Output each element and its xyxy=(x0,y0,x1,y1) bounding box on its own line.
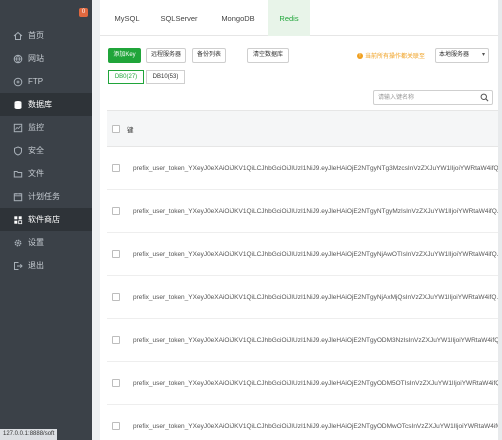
row-checkbox[interactable] xyxy=(112,164,120,172)
row-checkbox[interactable] xyxy=(112,336,120,344)
sidebar-item-label: 文件 xyxy=(28,169,44,178)
warning-text: 当前所有操作都关联至 xyxy=(365,54,426,60)
folder-icon xyxy=(12,168,23,179)
shield-icon xyxy=(12,145,23,156)
table-row: prefix_user_token_YXeyJ0eXAiOiJKV1QiLCJh… xyxy=(107,276,502,319)
tab-mysql[interactable]: MySQL xyxy=(104,0,150,36)
sidebar-item-label: 网站 xyxy=(28,54,44,63)
sidebar: 0 首页 网站 FTP 数据库 监控 安全 文件 计划任务 软件商店 设置 退出… xyxy=(0,0,92,440)
search-input[interactable] xyxy=(374,91,474,104)
logout-icon xyxy=(12,260,23,271)
database-icon xyxy=(12,99,23,110)
key-name[interactable]: prefix_user_token_YXeyJ0eXAiOiJKV1QiLCJh… xyxy=(133,165,502,172)
add-key-button[interactable]: 添加Key xyxy=(108,48,141,63)
select-all-checkbox[interactable] xyxy=(112,124,120,133)
sidebar-item-label: 计划任务 xyxy=(28,192,60,201)
keys-table: 键 prefix_user_token_YXeyJ0eXAiOiJKV1QiLC… xyxy=(107,110,502,440)
clock-icon xyxy=(12,191,23,202)
sidebar-item-label: 监控 xyxy=(28,123,44,132)
table-row: prefix_user_token_YXeyJ0eXAiOiJKV1QiLCJh… xyxy=(107,319,502,362)
key-name[interactable]: prefix_user_token_YXeyJ0eXAiOiJKV1QiLCJh… xyxy=(133,251,502,258)
db-type-tabs: MySQL SQLServer MongoDB Redis xyxy=(100,0,502,36)
key-name[interactable]: prefix_user_token_YXeyJ0eXAiOiJKV1QiLCJh… xyxy=(133,294,502,301)
table-row: prefix_user_token_YXeyJ0eXAiOiJKV1QiLCJh… xyxy=(107,147,502,190)
sidebar-item-cron[interactable]: 计划任务 xyxy=(0,185,92,208)
key-name[interactable]: prefix_user_token_YXeyJ0eXAiOiJKV1QiLCJh… xyxy=(133,208,502,215)
toolbar: 添加Key 远程服务器 备份列表 清空数据库 ! 当前所有操作都关联至 本地服务… xyxy=(100,48,502,65)
page-scrollbar[interactable] xyxy=(498,0,502,440)
sidebar-item-label: 数据库 xyxy=(28,100,52,109)
sidebar-item-label: 安全 xyxy=(28,146,44,155)
row-checkbox[interactable] xyxy=(112,293,120,301)
warning-icon: ! xyxy=(357,52,363,59)
tab-db10[interactable]: DB10(53) xyxy=(146,70,185,84)
key-search xyxy=(373,90,493,105)
tab-redis[interactable]: Redis xyxy=(268,0,310,36)
sidebar-item-store[interactable]: 软件商店 xyxy=(0,208,92,231)
sidebar-top: 0 xyxy=(0,0,92,24)
sidebar-item-monitor[interactable]: 监控 xyxy=(0,116,92,139)
monitor-icon xyxy=(12,122,23,133)
server-warning: ! 当前所有操作都关联至 xyxy=(357,51,425,60)
home-icon xyxy=(12,30,23,41)
sidebar-item-logout[interactable]: 退出 xyxy=(0,254,92,277)
sidebar-item-home[interactable]: 首页 xyxy=(0,24,92,47)
table-row: prefix_user_token_YXeyJ0eXAiOiJKV1QiLCJh… xyxy=(107,233,502,276)
sidebar-item-label: 软件商店 xyxy=(28,215,60,224)
server-select[interactable]: 本地服务器 ▾ xyxy=(435,48,489,63)
key-name[interactable]: prefix_user_token_YXeyJ0eXAiOiJKV1QiLCJh… xyxy=(133,423,502,430)
chevron-down-icon: ▾ xyxy=(481,52,485,58)
table-row: prefix_user_token_YXeyJ0eXAiOiJKV1QiLCJh… xyxy=(107,405,502,440)
search-icon[interactable] xyxy=(480,93,489,102)
remote-server-button[interactable]: 远程服务器 xyxy=(146,48,186,63)
clear-database-button[interactable]: 清空数据库 xyxy=(247,48,289,63)
sidebar-item-files[interactable]: 文件 xyxy=(0,162,92,185)
gear-icon xyxy=(12,237,23,248)
key-name[interactable]: prefix_user_token_YXeyJ0eXAiOiJKV1QiLCJh… xyxy=(133,337,502,344)
grid-icon xyxy=(12,214,23,225)
tab-sqlserver[interactable]: SQLServer xyxy=(150,0,208,36)
main-panel: MySQL SQLServer MongoDB Redis 添加Key 远程服务… xyxy=(100,0,502,440)
key-name[interactable]: prefix_user_token_YXeyJ0eXAiOiJKV1QiLCJh… xyxy=(133,380,502,387)
globe-icon xyxy=(12,53,23,64)
row-checkbox[interactable] xyxy=(112,250,120,258)
sidebar-item-label: FTP xyxy=(28,77,44,86)
sidebar-item-settings[interactable]: 设置 xyxy=(0,231,92,254)
backup-list-button[interactable]: 备份列表 xyxy=(192,48,226,63)
column-header-key: 键 xyxy=(127,126,134,134)
tab-db0[interactable]: DB0(27) xyxy=(108,70,144,84)
ftp-icon xyxy=(12,76,23,87)
row-checkbox[interactable] xyxy=(112,422,120,430)
sidebar-item-security[interactable]: 安全 xyxy=(0,139,92,162)
row-checkbox[interactable] xyxy=(112,207,120,215)
sidebar-item-label: 首页 xyxy=(28,31,44,40)
table-header: 键 xyxy=(107,111,502,147)
table-row: prefix_user_token_YXeyJ0eXAiOiJKV1QiLCJh… xyxy=(107,362,502,405)
notification-badge[interactable]: 0 xyxy=(79,8,88,17)
sidebar-item-label: 设置 xyxy=(28,238,44,247)
sidebar-item-database[interactable]: 数据库 xyxy=(0,93,92,116)
server-select-value: 本地服务器 xyxy=(439,52,470,58)
row-checkbox[interactable] xyxy=(112,379,120,387)
sidebar-item-ftp[interactable]: FTP xyxy=(0,70,92,93)
tab-mongodb[interactable]: MongoDB xyxy=(208,0,268,36)
table-row: prefix_user_token_YXeyJ0eXAiOiJKV1QiLCJh… xyxy=(107,190,502,233)
sidebar-item-websites[interactable]: 网站 xyxy=(0,47,92,70)
sidebar-item-label: 退出 xyxy=(28,261,44,270)
status-bar-url: 127.0.0.1:8888/soft xyxy=(0,429,58,440)
